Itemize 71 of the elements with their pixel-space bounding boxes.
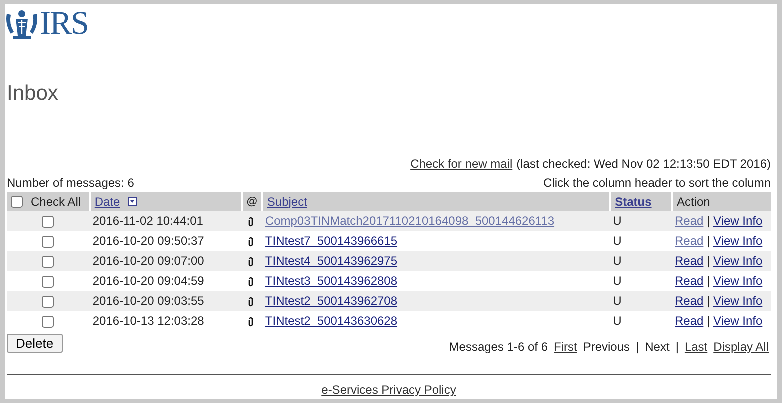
paperclip-icon [248,276,254,287]
sort-icon[interactable] [128,197,138,206]
date-cell-text: 2016-10-20 09:50:37 [92,233,206,250]
pager-text: | [676,340,679,354]
paperclip-icon [248,216,254,227]
date-cell-text: 2016-10-20 09:04:59 [92,273,206,290]
read-link[interactable]: Read [675,274,704,288]
read-link[interactable]: Read [675,234,704,248]
message-subject-link[interactable]: TINtest2_500143630628 [265,314,398,328]
pager-text: | [636,340,640,354]
pager-text: Previous [583,340,630,354]
attachment-header: @ [240,192,262,211]
pager-text: Next [645,340,670,354]
paperclip-icon [248,316,254,327]
link-separator: | [706,314,712,328]
link-separator: | [706,274,712,288]
paperclip-icon [248,236,254,247]
logo-text: IRS [40,8,88,40]
row-checkbox[interactable] [42,276,54,288]
link-separator: | [706,214,712,228]
date-cell-text: 2016-10-20 09:07:00 [92,253,206,270]
view-info-link[interactable]: View Info [714,314,763,328]
row-checkbox[interactable] [42,216,54,228]
date-cell-text: 2016-10-13 12:03:28 [92,313,206,330]
read-link[interactable]: Read [675,214,704,228]
view-info-link[interactable]: View Info [714,234,763,248]
status-cell-text: U [612,313,623,330]
pager-text: Messages 1-6 of 6 [449,340,548,354]
row-checkbox[interactable] [42,256,54,268]
status-cell-text: U [612,233,623,250]
message-subject-link[interactable]: Comp03TINMatch2017110210164098_500144626113 [265,214,555,228]
message-count: Number of messages: 6 [7,176,134,190]
paperclip-icon [248,296,254,307]
row-checkbox[interactable] [42,236,54,248]
pager-link[interactable]: First [554,340,578,354]
delete-button[interactable]: Delete [7,334,63,352]
row-checkbox[interactable] [42,296,54,308]
message-subject-link[interactable]: TINtest4_500143962975 [265,254,398,268]
pager-link[interactable]: Last [684,340,708,354]
privacy-policy-link[interactable]: e-Services Privacy Policy [322,383,456,397]
status-cell-text: U [612,273,623,290]
view-info-link[interactable]: View Info [714,254,763,268]
paperclip-icon [248,256,254,267]
status-cell-text: U [612,293,623,310]
check-mail-link[interactable]: Check for new mail [410,157,513,172]
subject-header-link[interactable]: Subject [267,194,308,208]
link-separator: | [706,254,712,268]
message-subject-link[interactable]: TINtest7_500143966615 [265,234,398,248]
check-all-checkbox[interactable] [11,196,23,208]
pager-link[interactable]: Display All [714,340,769,354]
link-separator: | [706,234,712,248]
sort-hint: Click the column header to sort the column [544,176,771,190]
date-cell-text: 2016-10-20 09:03:55 [92,293,206,310]
message-subject-link[interactable]: TINtest3_500143962808 [265,274,398,288]
status-cell-text: U [612,213,623,230]
view-info-link[interactable]: View Info [714,294,763,308]
status-cell-text: U [612,253,623,270]
date-cell-text: 2016-11-02 10:44:01 [92,213,204,230]
page-title: Inbox [7,82,58,106]
view-info-link[interactable]: View Info [714,274,763,288]
check-all-label: Check All [31,194,82,208]
row-checkbox[interactable] [42,316,54,328]
action-header: Action [671,192,771,211]
last-checked-text: (last checked: Wed Nov 02 12:13:50 EDT 2016) [516,157,771,172]
read-link[interactable]: Read [675,254,704,268]
read-link[interactable]: Read [675,314,704,328]
date-header-link[interactable]: Date [94,194,120,208]
view-info-link[interactable]: View Info [714,214,763,228]
read-link[interactable]: Read [675,294,704,308]
message-subject-link[interactable]: TINtest2_500143962708 [265,294,398,308]
link-separator: | [706,294,712,308]
